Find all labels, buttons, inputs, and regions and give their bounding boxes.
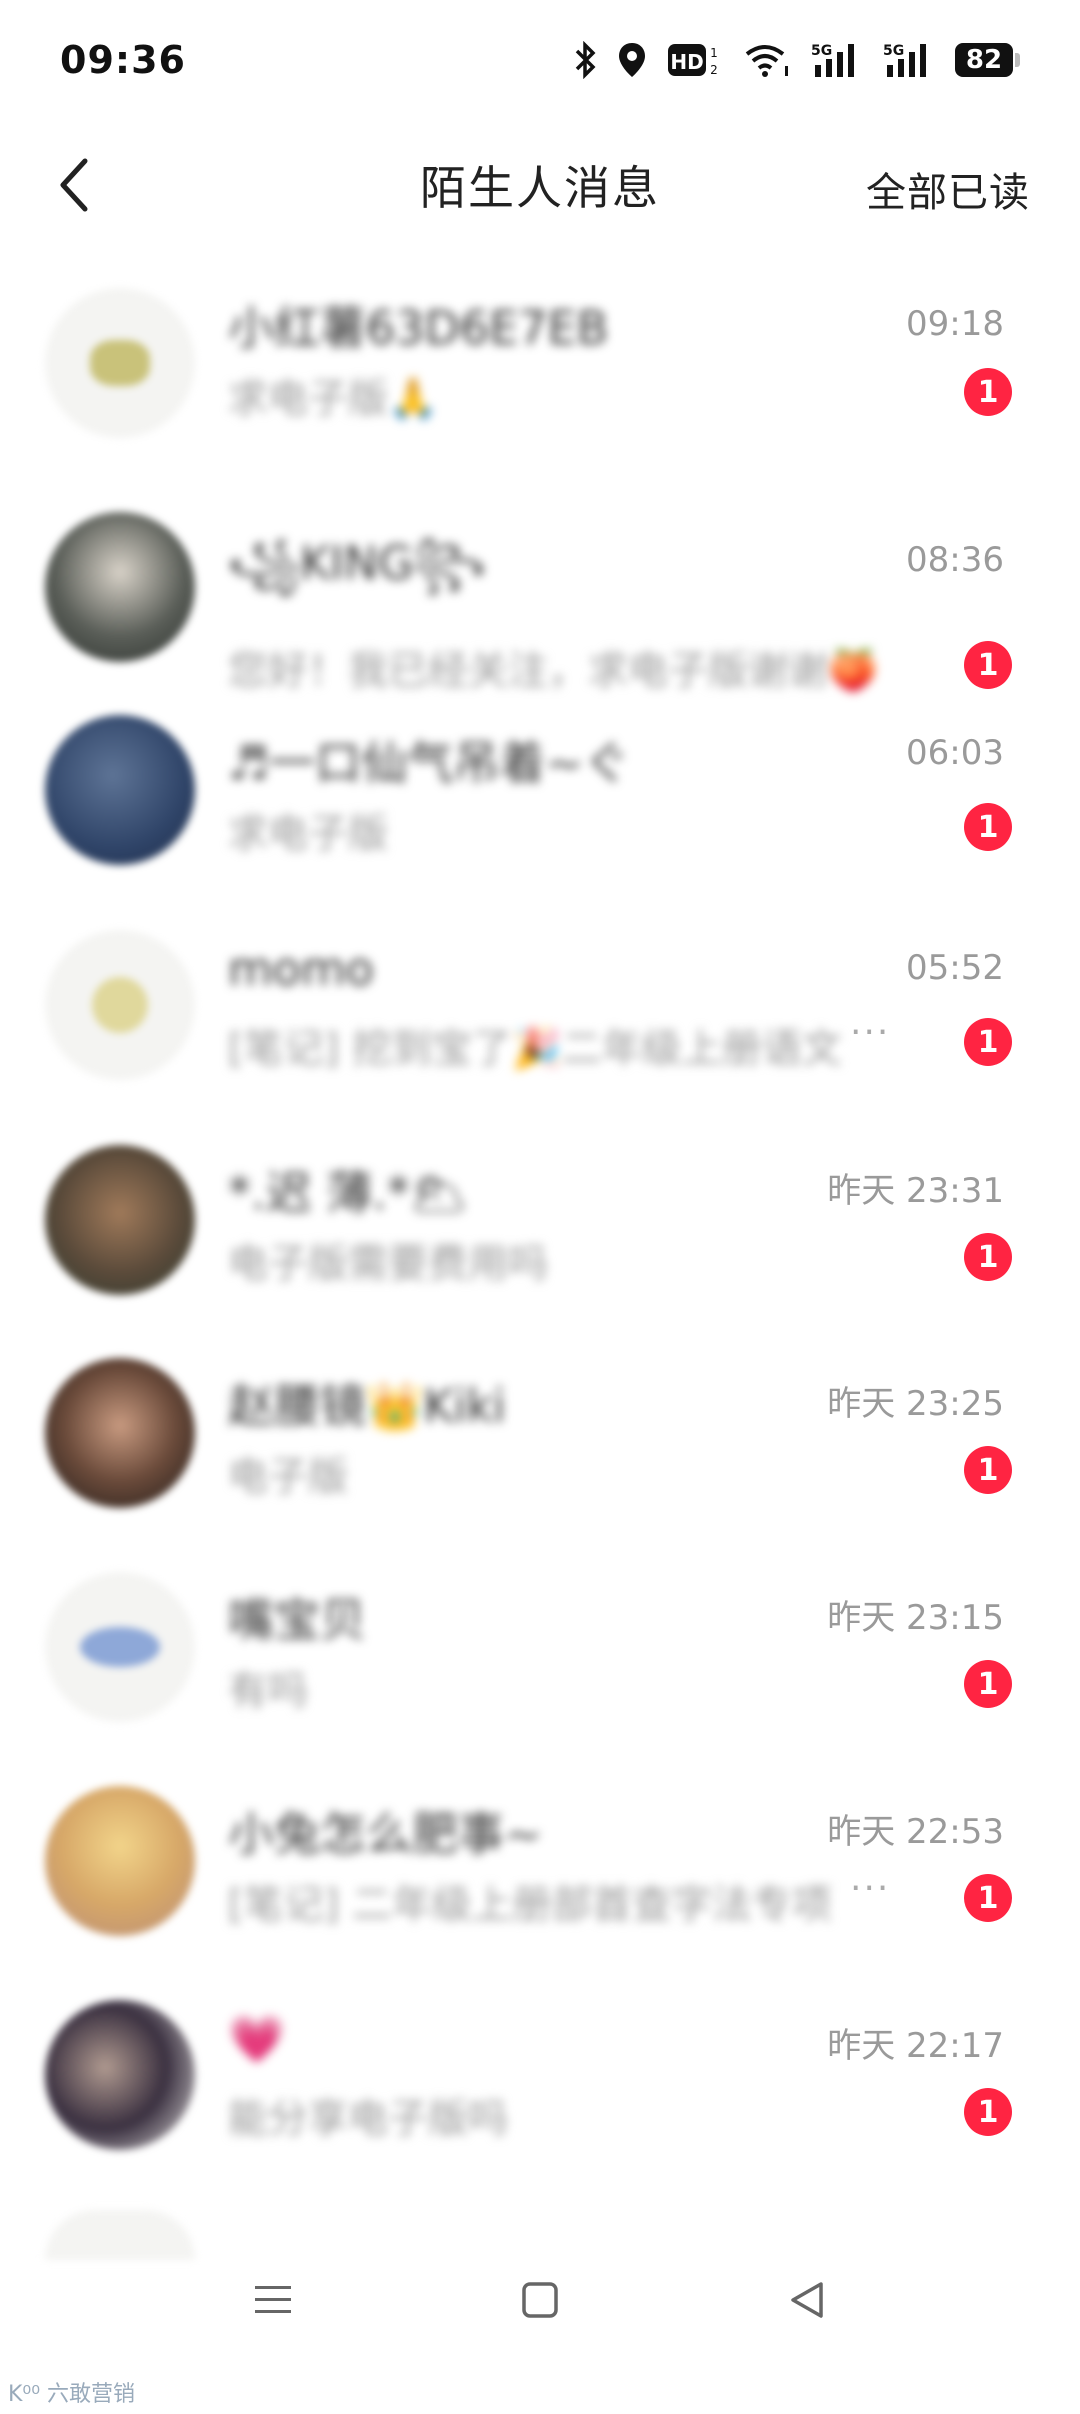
- sender-name: 嘴宝贝: [228, 1593, 366, 1647]
- avatar: [45, 1358, 195, 1508]
- unread-badge: 1: [964, 2088, 1012, 2136]
- message-preview: 求电子版🙏: [228, 376, 438, 422]
- preview-ellipsis: ···: [850, 1868, 891, 1909]
- message-time: 08:36: [906, 540, 1004, 580]
- message-time: 昨天 23:25: [827, 1384, 1004, 1424]
- chevron-left-icon: [60, 158, 88, 212]
- unread-badge: 1: [964, 803, 1012, 851]
- sender-name: 小兔怎么肥事~: [228, 1807, 543, 1861]
- back-button[interactable]: [40, 150, 110, 220]
- list-item[interactable]: 💗 能分享电子版吗 昨天 22:17 1: [0, 1990, 1080, 2190]
- unread-badge: 1: [964, 1018, 1012, 1066]
- svg-text:5G: 5G: [883, 43, 904, 59]
- message-time: 昨天 23:31: [827, 1171, 1004, 1211]
- unread-badge: 1: [964, 368, 1012, 416]
- message-preview: 电子版: [228, 1454, 348, 1500]
- system-nav-bar: [0, 2240, 1080, 2360]
- back-nav-button[interactable]: [767, 2260, 847, 2340]
- signal-5g-icon: 5G: [811, 41, 863, 79]
- hd-icon: HD 1 2: [667, 42, 723, 78]
- battery-icon: 82: [955, 43, 1020, 77]
- page-title: 陌生人消息: [420, 161, 660, 215]
- sender-name: 赵腰镜👑Kiki: [228, 1379, 506, 1433]
- unread-badge: 1: [964, 1233, 1012, 1281]
- message-preview: 能分享电子版吗: [228, 2096, 508, 2142]
- sender-name: ꧁KING꧂: [228, 536, 486, 590]
- message-time: 05:52: [906, 948, 1004, 988]
- status-bar: 09:36 HD 1 2 5G 5G 82: [0, 0, 1080, 120]
- nav-bar: 陌生人消息 全部已读: [0, 120, 1080, 250]
- message-preview: 您好！我已经关注，求电子版谢谢🍑: [228, 648, 878, 694]
- triangle-back-icon: [790, 2282, 823, 2318]
- avatar: [45, 1572, 195, 1722]
- list-item[interactable]: 小兔怎么肥事~ [笔记] 二年级上册部首查字法专项 ··· 昨天 22:53 1: [0, 1776, 1080, 1976]
- mark-all-read-button[interactable]: 全部已读: [866, 160, 1030, 218]
- message-time: 09:18: [906, 304, 1004, 344]
- status-time: 09:36: [60, 38, 186, 82]
- unread-badge: 1: [964, 1446, 1012, 1494]
- unread-badge: 1: [964, 1874, 1012, 1922]
- home-button[interactable]: [500, 2260, 580, 2340]
- svg-text:1: 1: [710, 46, 718, 60]
- avatar: [45, 715, 195, 865]
- message-preview: 有吗: [228, 1668, 308, 1714]
- watermark: K⁰⁰ 六敢营销: [8, 2382, 136, 2407]
- wifi-icon: [743, 42, 791, 78]
- avatar: [45, 1145, 195, 1295]
- message-preview: 电子版需要费用吗: [228, 1241, 548, 1287]
- location-icon: [617, 41, 647, 79]
- unread-badge: 1: [964, 1660, 1012, 1708]
- list-item[interactable]: ♬一口仙气吊着~ぐ 求电子版 06:03 1: [0, 705, 1080, 905]
- sender-name: ♬一口仙气吊着~ぐ: [228, 736, 630, 790]
- sender-name: *.迟 薄.*🌥: [228, 1166, 469, 1220]
- message-time: 昨天 22:17: [827, 2026, 1004, 2066]
- message-preview: 求电子版: [228, 811, 388, 857]
- status-icons: HD 1 2 5G 5G 82: [575, 41, 1020, 79]
- sender-name: 💗: [228, 2012, 286, 2066]
- list-item[interactable]: 赵腰镜👑Kiki 电子版 昨天 23:25 1: [0, 1348, 1080, 1548]
- list-item[interactable]: 嘴宝贝 有吗 昨天 23:15 1: [0, 1562, 1080, 1762]
- list-item[interactable]: *.迟 薄.*🌥 电子版需要费用吗 昨天 23:31 1: [0, 1135, 1080, 1335]
- sender-name: 小红薯63D6E7EB: [228, 301, 609, 355]
- message-time: 昨天 22:53: [827, 1812, 1004, 1852]
- menu-icon: [255, 2286, 292, 2313]
- list-item[interactable]: 小红薯63D6E7EB 求电子版🙏 09:18 1: [0, 270, 1080, 470]
- svg-text:HD: HD: [670, 50, 703, 74]
- svg-text:5G: 5G: [811, 43, 832, 59]
- list-item[interactable]: momo [笔记] 挖到宝了🎉二年级上册语文 ··· 05:52 1: [0, 920, 1080, 1120]
- avatar: [45, 930, 195, 1080]
- avatar: [45, 2000, 195, 2150]
- unread-badge: 1: [964, 641, 1012, 689]
- avatar: [45, 1786, 195, 1936]
- menu-button[interactable]: [233, 2260, 313, 2340]
- signal-5g-icon: 5G: [883, 41, 935, 79]
- home-icon: [522, 2282, 558, 2318]
- message-time: 06:03: [906, 733, 1004, 773]
- list-item[interactable]: ꧁KING꧂ 您好！我已经关注，求电子版谢谢🍑 08:36 1: [0, 490, 1080, 694]
- message-time: 昨天 23:15: [827, 1598, 1004, 1638]
- avatar: [45, 288, 195, 438]
- battery-level: 82: [955, 43, 1013, 77]
- preview-ellipsis: ···: [850, 1012, 891, 1053]
- svg-text:2: 2: [710, 63, 718, 77]
- message-preview: [笔记] 二年级上册部首查字法专项: [228, 1882, 832, 1928]
- bluetooth-icon: [575, 41, 597, 79]
- sender-name: momo: [228, 942, 374, 996]
- message-preview: [笔记] 挖到宝了🎉二年级上册语文: [228, 1026, 842, 1072]
- avatar: [45, 512, 195, 662]
